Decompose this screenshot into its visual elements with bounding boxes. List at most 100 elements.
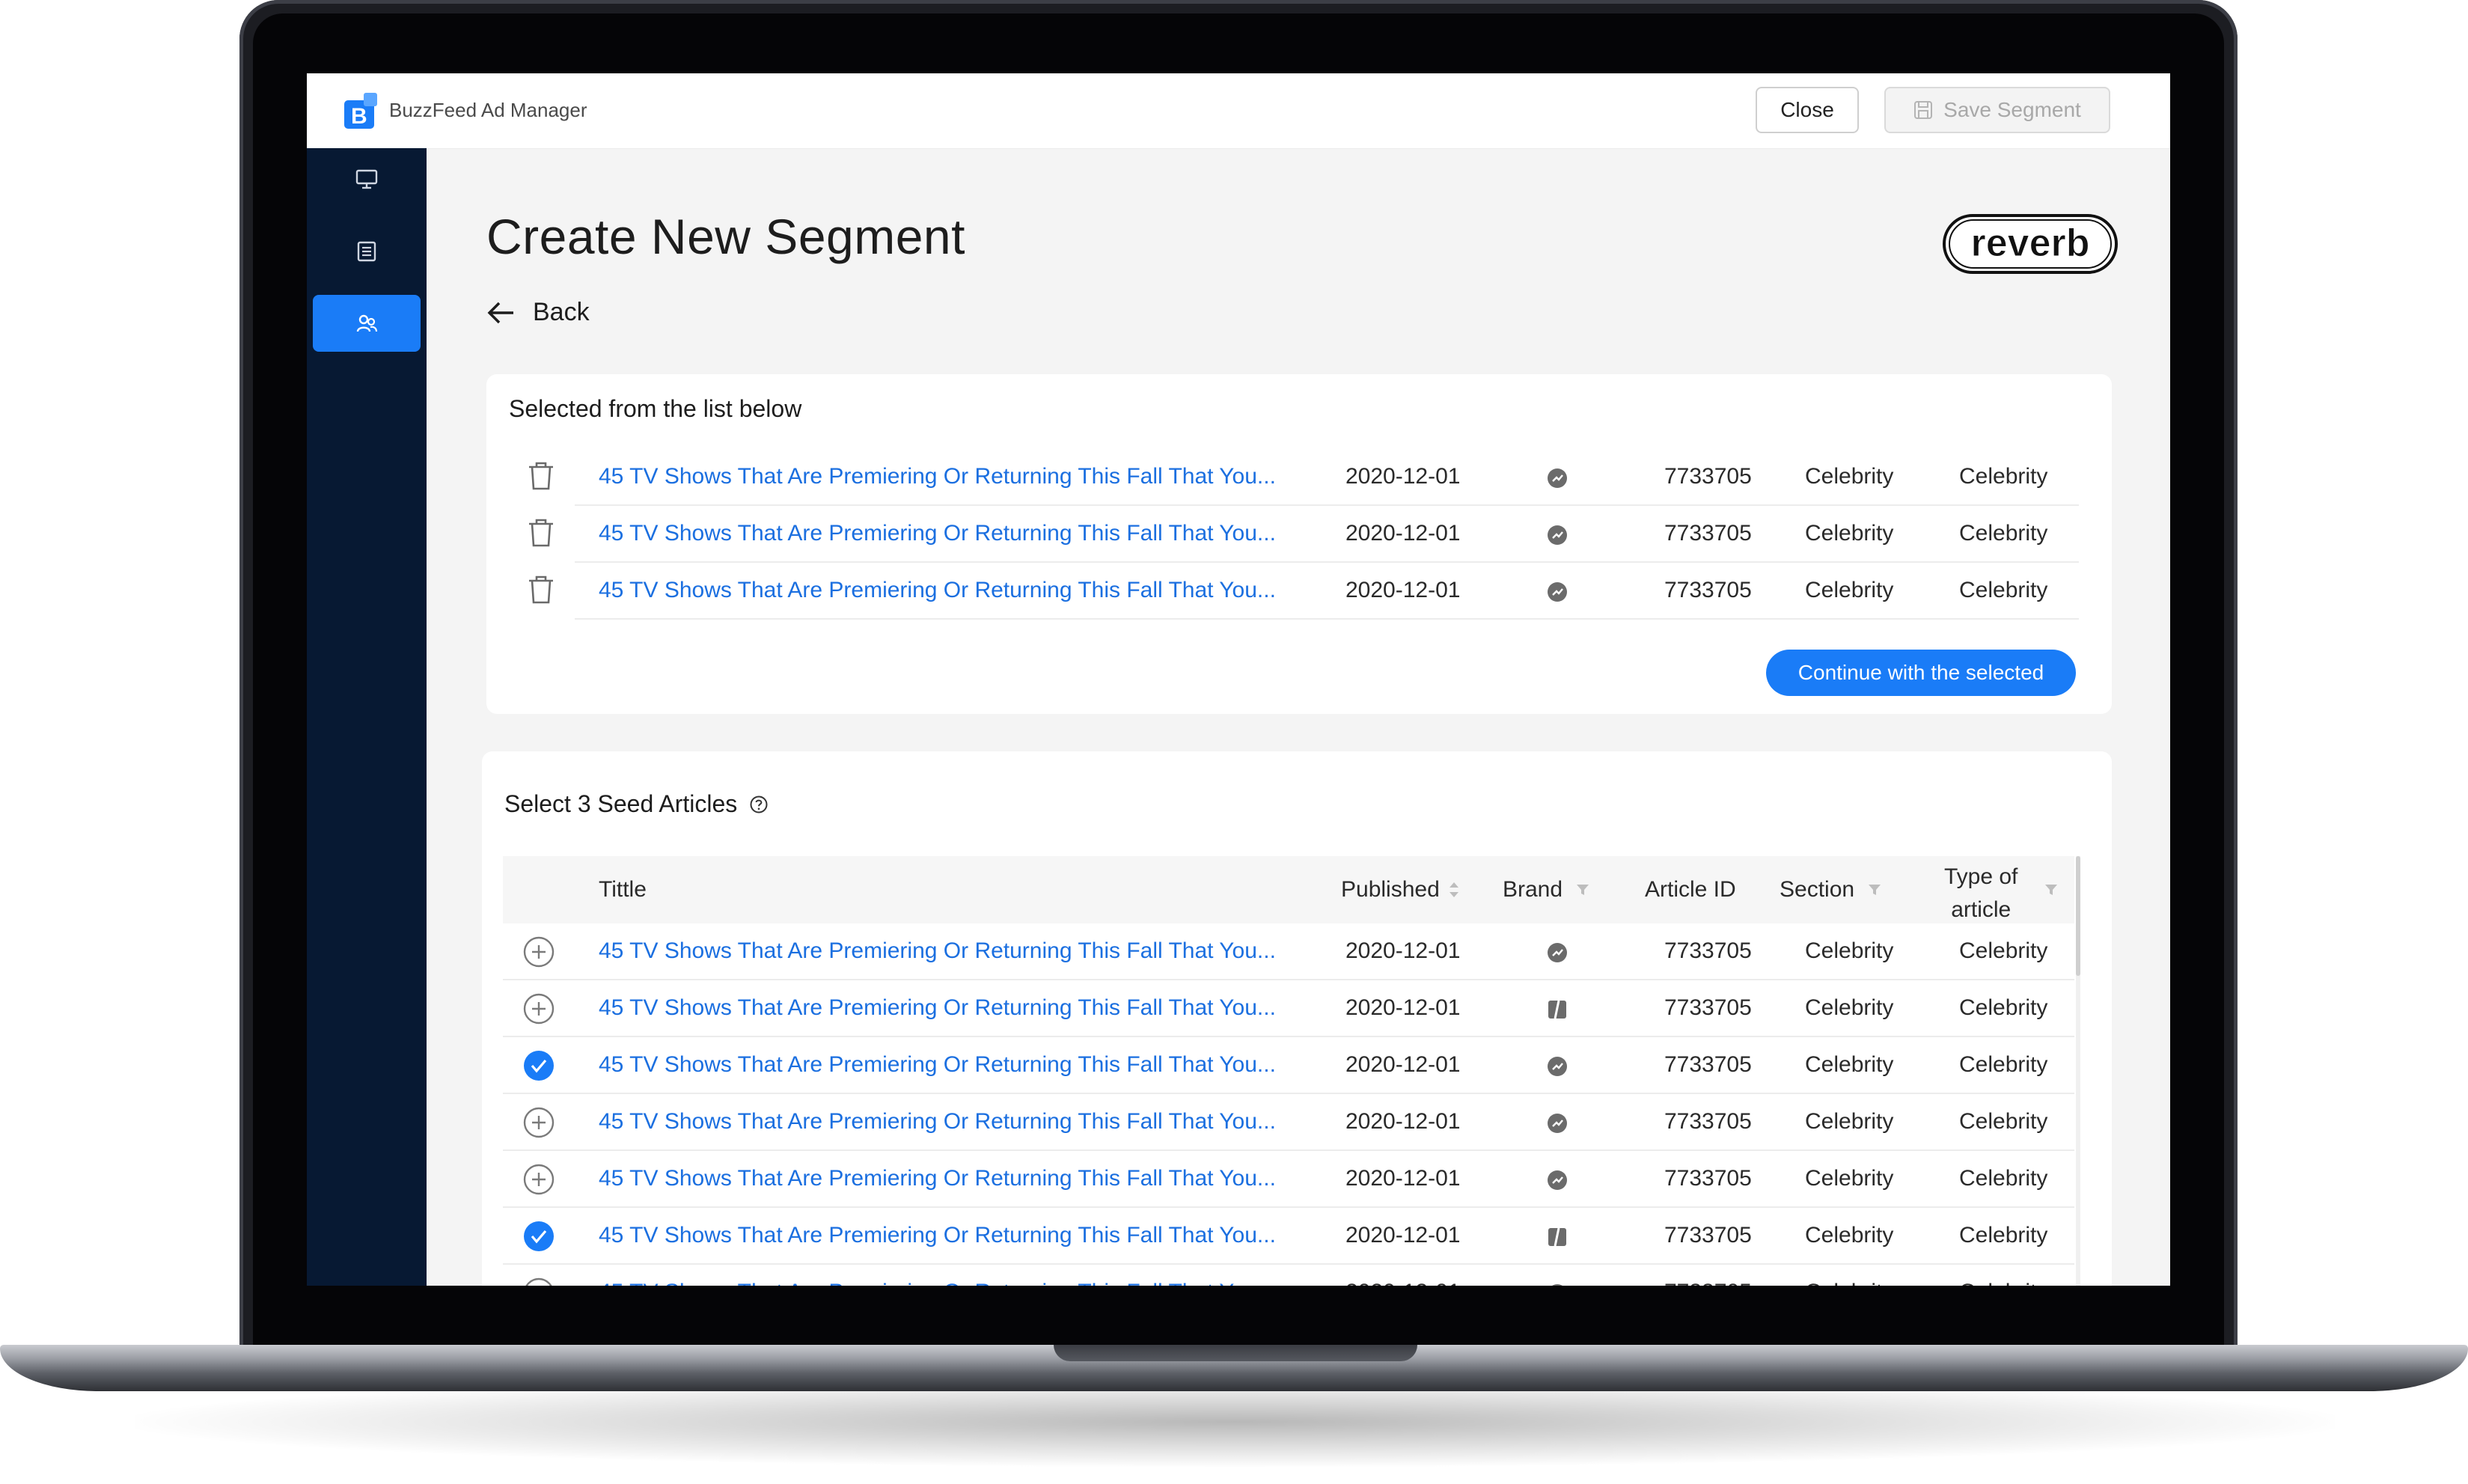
monitor-icon (355, 169, 378, 189)
section-value: Celebrity (1805, 578, 1894, 602)
save-segment-label: Save Segment (1943, 98, 2081, 121)
article-id: 7733705 (1664, 995, 1752, 1020)
col-type[interactable]: Type of article (1944, 861, 2018, 926)
section-value: Celebrity (1805, 1280, 1893, 1286)
published-date: 2020-12-01 (1346, 1166, 1461, 1191)
sidebar-item-dashboard[interactable] (313, 151, 421, 208)
reverb-logo: reverb (1943, 214, 2118, 274)
trash-icon[interactable] (527, 461, 555, 491)
circle-brand-icon (1548, 1057, 1567, 1076)
seed-articles-card: Select 3 Seed Articles Tittle Published … (482, 751, 2112, 1286)
col-brand-label: Brand (1503, 877, 1563, 902)
section-value: Celebrity (1805, 1166, 1894, 1191)
article-title-link[interactable]: 45 TV Shows That Are Premiering Or Retur… (599, 1052, 1276, 1078)
circle-brand-icon (1548, 1170, 1567, 1190)
row-divider (503, 1263, 2074, 1265)
sidebar (307, 148, 427, 1286)
article-id: 7733705 (1664, 1166, 1752, 1191)
published-date: 2020-12-01 (1346, 464, 1461, 489)
row-divider (503, 1149, 2074, 1151)
article-title-link[interactable]: 45 TV Shows That Are Premiering Or Retur… (599, 1109, 1276, 1135)
col-title[interactable]: Tittle (599, 877, 647, 903)
section-value: Celebrity (1805, 521, 1894, 546)
article-title-link[interactable]: 45 TV Shows That Are Premiering Or Retur… (599, 1223, 1276, 1248)
filter-icon[interactable] (1576, 883, 1589, 897)
row-divider (575, 618, 2079, 620)
add-circle-icon[interactable] (522, 1277, 555, 1286)
square-brand-icon (1548, 1000, 1566, 1019)
col-article-id[interactable]: Article ID (1645, 877, 1736, 903)
section-value: Celebrity (1805, 938, 1894, 963)
article-title-link[interactable]: 45 TV Shows That Are Premiering Or Retur… (599, 995, 1276, 1021)
checked-circle-icon[interactable] (522, 1220, 555, 1253)
article-id: 7733705 (1664, 938, 1752, 963)
published-date: 2020-12-01 (1346, 578, 1461, 602)
row-divider (503, 979, 2074, 980)
trash-icon[interactable] (527, 518, 555, 548)
sidebar-item-segments[interactable] (313, 295, 421, 352)
sidebar-item-list[interactable] (313, 223, 421, 280)
checked-circle-icon[interactable] (522, 1049, 555, 1082)
row-divider (503, 1036, 2074, 1037)
back-link[interactable]: Back (486, 298, 590, 327)
page-title: Create New Segment (486, 209, 965, 264)
type-value: Celebrity (1959, 1223, 2048, 1248)
section-value: Celebrity (1805, 1223, 1894, 1248)
circle-brand-icon (1548, 468, 1567, 488)
users-icon (356, 314, 378, 332)
article-id: 7733705 (1664, 578, 1752, 602)
article-title-link[interactable]: 45 TV Shows That Are Premiering Or Retur… (599, 578, 1276, 603)
list-icon (357, 241, 376, 262)
type-value: Celebrity (1959, 521, 2048, 546)
article-title-link[interactable]: 45 TV Shows That Are Premiering Or Retur… (599, 464, 1276, 489)
continue-button[interactable]: Continue with the selected (1766, 650, 2076, 696)
selected-articles-card: Selected from the list below 45 TV Shows… (486, 374, 2112, 714)
type-value: Celebrity (1959, 995, 2048, 1020)
row-divider (503, 1093, 2074, 1094)
section-value: Celebrity (1805, 1109, 1894, 1134)
add-circle-icon[interactable] (522, 992, 555, 1025)
article-id: 7733705 (1664, 464, 1752, 489)
type-value: Celebrity (1959, 1166, 2048, 1191)
filter-icon[interactable] (1868, 883, 1881, 897)
add-circle-icon[interactable] (522, 935, 555, 968)
col-section[interactable]: Section (1780, 877, 1881, 903)
laptop-notch (1054, 1345, 1417, 1361)
sort-icon[interactable] (1449, 881, 1459, 899)
row-divider (575, 504, 2079, 506)
published-date: 2020-12-01 (1346, 521, 1461, 546)
table-header: Tittle Published Brand Article ID Sectio… (503, 856, 2074, 923)
col-brand[interactable]: Brand (1503, 877, 1589, 903)
col-published-label: Published (1341, 877, 1440, 902)
add-circle-icon[interactable] (522, 1106, 555, 1139)
scrollbar-thumb[interactable] (2076, 856, 2080, 976)
type-value: Celebrity (1959, 578, 2048, 602)
section-value: Celebrity (1805, 1052, 1894, 1077)
article-title-link[interactable]: 45 TV Shows That Are Premiering Or Retur… (599, 1280, 1276, 1286)
article-id: 7733705 (1664, 521, 1752, 546)
col-type-line1: Type of (1944, 864, 2018, 889)
reverb-logo-text: reverb (1971, 222, 2090, 265)
app-name: BuzzFeed Ad Manager (389, 99, 587, 121)
type-value: Celebrity (1959, 938, 2048, 963)
circle-brand-icon (1548, 943, 1567, 962)
help-icon[interactable] (749, 795, 769, 814)
square-brand-icon (1548, 1227, 1566, 1247)
published-date: 2020-12-01 (1346, 1109, 1461, 1134)
filter-icon[interactable] (2044, 883, 2058, 897)
col-section-label: Section (1780, 877, 1855, 902)
close-button[interactable]: Close (1756, 87, 1859, 133)
save-segment-button[interactable]: Save Segment (1884, 87, 2110, 133)
row-divider (575, 561, 2079, 563)
type-value: Celebrity (1959, 1280, 2047, 1286)
section-value: Celebrity (1805, 995, 1894, 1020)
col-published[interactable]: Published (1341, 877, 1459, 903)
app-screen: B BuzzFeed Ad Manager Close Save Segment (307, 73, 2170, 1286)
article-title-link[interactable]: 45 TV Shows That Are Premiering Or Retur… (599, 521, 1276, 546)
article-title-link[interactable]: 45 TV Shows That Are Premiering Or Retur… (599, 938, 1276, 964)
published-date: 2020-12-01 (1346, 1052, 1461, 1077)
trash-icon[interactable] (527, 575, 555, 605)
article-title-link[interactable]: 45 TV Shows That Are Premiering Or Retur… (599, 1166, 1276, 1191)
add-circle-icon[interactable] (522, 1163, 555, 1196)
seed-card-header: Select 3 Seed Articles (504, 790, 769, 818)
